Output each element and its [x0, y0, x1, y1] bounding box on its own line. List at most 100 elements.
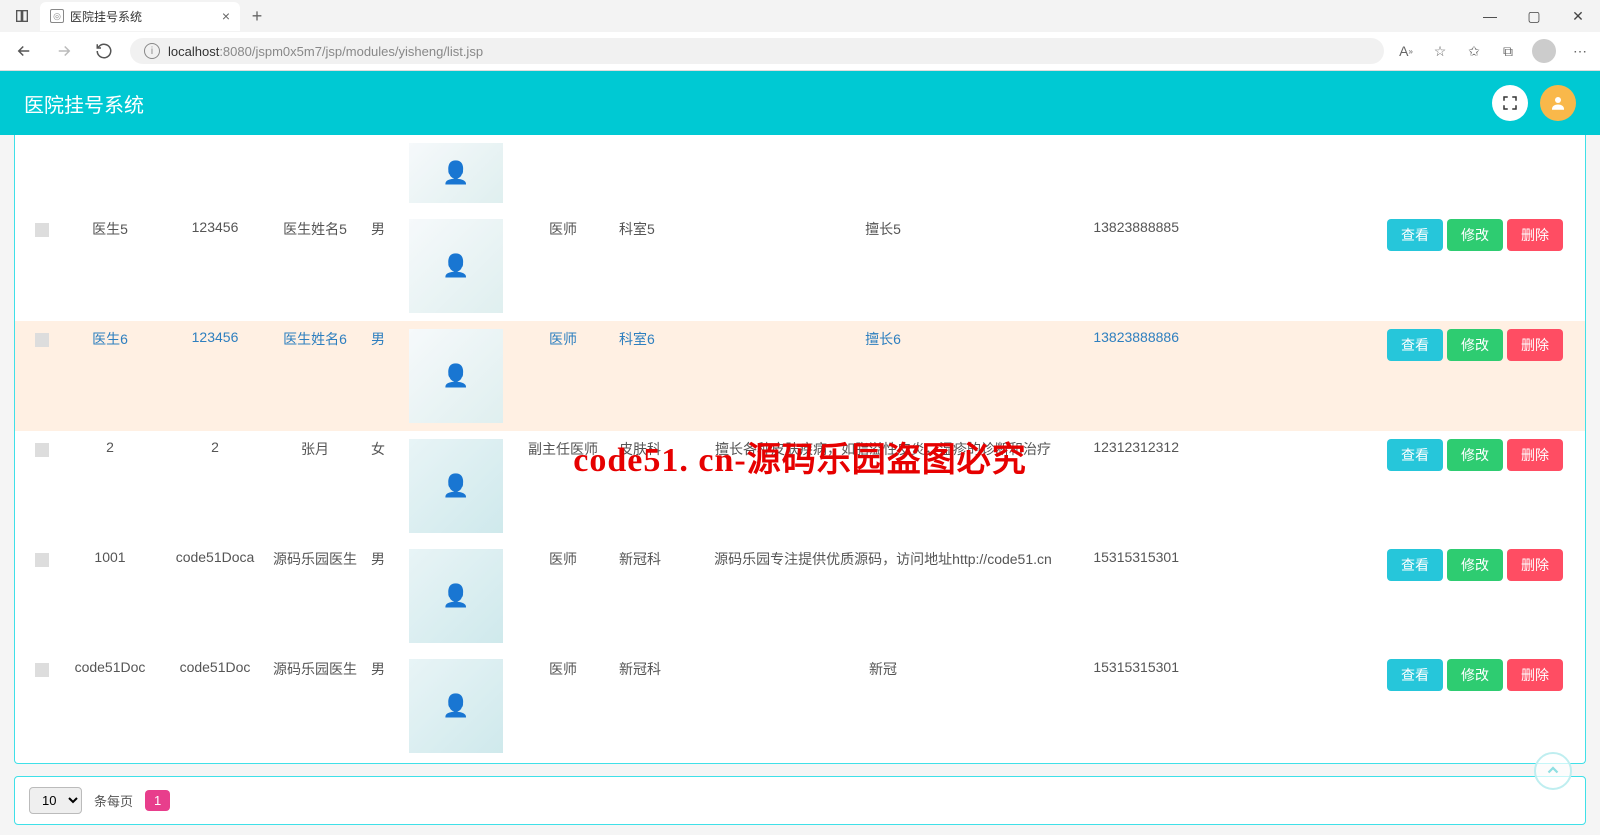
cell-password: 123456 [165, 321, 265, 431]
view-button[interactable]: 查看 [1387, 219, 1443, 251]
tab-actions-icon[interactable] [8, 4, 36, 28]
doctor-photo: 👤 [409, 439, 503, 533]
user-menu-button[interactable] [1540, 85, 1576, 121]
cell-dept: 科室5 [613, 211, 693, 321]
row-checkbox[interactable] [35, 663, 49, 677]
row-checkbox[interactable] [35, 223, 49, 237]
cell-gender: 男 [365, 211, 403, 321]
cell-dept: 新冠科 [613, 541, 693, 651]
cell-title: 医师 [513, 651, 613, 761]
tab-close-icon[interactable]: × [222, 8, 230, 24]
window-maximize-icon[interactable]: ▢ [1512, 0, 1556, 32]
view-button[interactable]: 查看 [1387, 659, 1443, 691]
table-row: 👤 [15, 135, 1585, 211]
new-tab-button[interactable]: + [244, 6, 270, 27]
favorite-icon[interactable]: ☆ [1430, 41, 1450, 61]
app-header: 医院挂号系统 [0, 71, 1600, 135]
cell-account: 医生5 [55, 211, 165, 321]
edit-button[interactable]: 修改 [1447, 659, 1503, 691]
cell-name: 张月 [265, 431, 365, 541]
edit-button[interactable]: 修改 [1447, 219, 1503, 251]
page-size-select[interactable]: 10 [29, 787, 82, 814]
edit-button[interactable]: 修改 [1447, 329, 1503, 361]
cell-title: 医师 [513, 211, 613, 321]
table-row: 1001code51Doca源码乐园医生男👤医师新冠科源码乐园专注提供优质源码，… [15, 541, 1585, 651]
scroll-to-top-button[interactable] [1534, 752, 1572, 790]
cell-title: 医师 [513, 541, 613, 651]
cell-name: 医生姓名6 [265, 321, 365, 431]
cell-dept: 新冠科 [613, 651, 693, 761]
cell-name: 源码乐园医生 [265, 651, 365, 761]
collections-icon[interactable]: ⧉ [1498, 41, 1518, 61]
app-title: 医院挂号系统 [24, 89, 144, 118]
read-aloud-icon[interactable]: A» [1396, 41, 1416, 61]
cell-account: 1001 [55, 541, 165, 651]
cell-phone: 15315315301 [1073, 651, 1203, 761]
edit-button[interactable]: 修改 [1447, 439, 1503, 471]
delete-button[interactable]: 删除 [1507, 439, 1563, 471]
table-row: 医生6123456医生姓名6男👤医师科室6擅长613823888886 查看修改删… [15, 321, 1585, 431]
cell-gender: 男 [365, 321, 403, 431]
nav-refresh-button[interactable] [90, 37, 118, 65]
settings-menu-icon[interactable]: ⋯ [1570, 41, 1590, 61]
cell-phone: 12312312312 [1073, 431, 1203, 541]
browser-tab[interactable]: ◎ 医院挂号系统 × [40, 2, 240, 31]
cell-specialty: 擅长5 [693, 211, 1073, 321]
view-button[interactable]: 查看 [1387, 439, 1443, 471]
address-bar[interactable]: i localhost:8080/jspm0x5m7/jsp/modules/y… [130, 38, 1384, 64]
view-button[interactable]: 查看 [1387, 549, 1443, 581]
window-minimize-icon[interactable]: — [1468, 0, 1512, 32]
table-row: 医生5123456医生姓名5男👤医师科室5擅长513823888885查看修改删… [15, 211, 1585, 321]
row-checkbox[interactable] [35, 553, 49, 567]
edit-button[interactable]: 修改 [1447, 549, 1503, 581]
site-info-icon[interactable]: i [144, 43, 160, 59]
delete-button[interactable]: 删除 [1507, 219, 1563, 251]
cell-phone: 15315315301 [1073, 541, 1203, 651]
favorites-bar-icon[interactable]: ✩ [1464, 41, 1484, 61]
nav-forward-button [50, 37, 78, 65]
delete-button[interactable]: 删除 [1507, 659, 1563, 691]
cell-dept: 科室6 [613, 321, 693, 431]
fullscreen-button[interactable] [1492, 85, 1528, 121]
cell-name: 医生姓名5 [265, 211, 365, 321]
cell-gender: 男 [365, 541, 403, 651]
cell-password: code51Doc [165, 651, 265, 761]
cell-account: code51Doc [55, 651, 165, 761]
delete-button[interactable]: 删除 [1507, 329, 1563, 361]
cell-specialty: 源码乐园专注提供优质源码，访问地址http://code51.cn [693, 541, 1073, 651]
page-number-1[interactable]: 1 [145, 790, 170, 811]
cell-specialty: 擅长6 [693, 321, 1073, 431]
doctor-photo: 👤 [409, 143, 503, 203]
cell-gender: 男 [365, 651, 403, 761]
cell-password: 123456 [165, 211, 265, 321]
cell-account: 2 [55, 431, 165, 541]
row-checkbox[interactable] [35, 333, 49, 347]
profile-avatar-icon[interactable] [1532, 39, 1556, 63]
browser-chrome: ◎ 医院挂号系统 × + — ▢ ✕ i localhost:8080/jspm… [0, 0, 1600, 71]
tab-title: 医院挂号系统 [70, 8, 142, 25]
page-size-label: 条每页 [94, 791, 133, 810]
url-text: localhost:8080/jspm0x5m7/jsp/modules/yis… [168, 44, 483, 59]
table-row: 22张月女👤副主任医师皮肤科擅长各种皮肤疾病，如脂溢性皮炎，湿疹的诊断和治疗12… [15, 431, 1585, 541]
doctor-photo: 👤 [409, 659, 503, 753]
cell-dept: 皮肤科 [613, 431, 693, 541]
row-checkbox[interactable] [35, 443, 49, 457]
doctor-photo: 👤 [409, 329, 503, 423]
cell-account: 医生6 [55, 321, 165, 431]
window-close-icon[interactable]: ✕ [1556, 0, 1600, 32]
cell-specialty: 擅长各种皮肤疾病，如脂溢性皮炎，湿疹的诊断和治疗 [693, 431, 1073, 541]
pagination: 10 条每页 1 [14, 776, 1586, 825]
cell-name: 源码乐园医生 [265, 541, 365, 651]
cell-password: code51Doca [165, 541, 265, 651]
view-button[interactable]: 查看 [1387, 329, 1443, 361]
table-row: code51Doccode51Doc源码乐园医生男👤医师新冠科新冠1531531… [15, 651, 1585, 761]
cell-phone: 13823888885 [1073, 211, 1203, 321]
cell-gender: 女 [365, 431, 403, 541]
cell-title: 副主任医师 [513, 431, 613, 541]
cell-phone: 13823888886 [1073, 321, 1203, 431]
cell-title: 医师 [513, 321, 613, 431]
nav-back-button[interactable] [10, 37, 38, 65]
cell-specialty: 新冠 [693, 651, 1073, 761]
delete-button[interactable]: 删除 [1507, 549, 1563, 581]
doctor-photo: 👤 [409, 549, 503, 643]
